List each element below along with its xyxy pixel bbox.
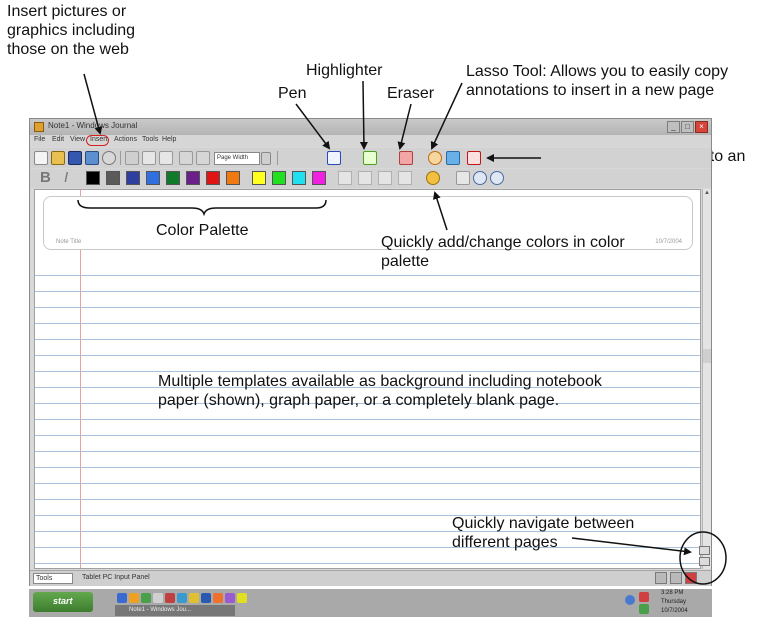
add-colors-arrow bbox=[433, 191, 448, 231]
navigate-circle bbox=[679, 531, 727, 585]
highlighter-arrow bbox=[359, 80, 368, 150]
lasso-arrow bbox=[430, 82, 463, 150]
eraser-arrow bbox=[397, 103, 412, 150]
insert-arrow bbox=[83, 73, 103, 135]
navigate-arrow bbox=[571, 537, 692, 556]
pen-arrow bbox=[295, 103, 331, 150]
callout-arrows bbox=[77, 73, 727, 585]
color-palette-brace bbox=[77, 199, 327, 217]
